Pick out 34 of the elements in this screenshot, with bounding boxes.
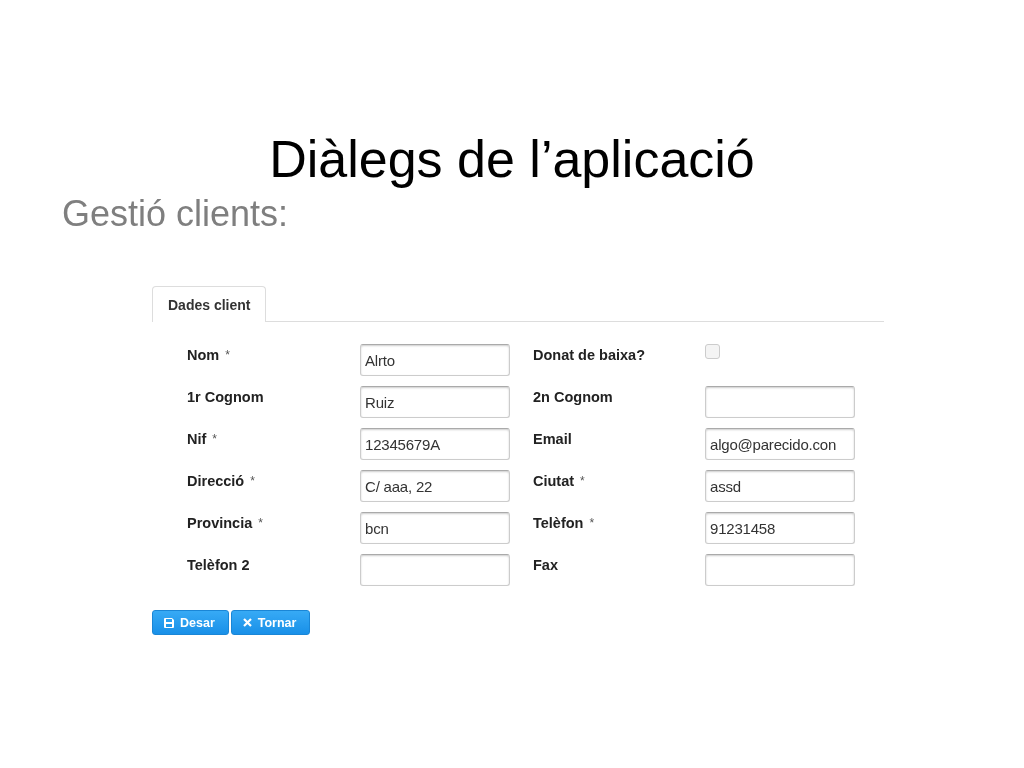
field-label: Provincia: [187, 514, 253, 532]
input-field[interactable]: Ruiz: [360, 386, 510, 418]
field-label: 1r Cognom: [187, 388, 264, 406]
required-mark: *: [250, 473, 255, 490]
field-label: Fax: [533, 556, 558, 574]
field-label: Nif: [187, 430, 207, 448]
slide-subtitle: Gestió clients:: [62, 194, 289, 234]
required-mark: *: [212, 431, 217, 448]
field-label: Ciutat: [533, 472, 575, 490]
input-field[interactable]: [360, 554, 510, 586]
field-label: Direcció: [187, 472, 245, 490]
input-field[interactable]: [705, 554, 855, 586]
input-field[interactable]: Alrto: [360, 344, 510, 376]
input-field[interactable]: 91231458: [705, 512, 855, 544]
field-label: Email: [533, 430, 572, 448]
slide-title: Diàlegs de l’aplicació: [268, 129, 756, 190]
input-field[interactable]: assd: [705, 470, 855, 502]
input-field[interactable]: algo@parecido.con: [705, 428, 855, 460]
field-label: Nom: [187, 346, 220, 364]
tab[interactable]: Dades client: [152, 286, 267, 322]
field-label: 2n Cognom: [533, 388, 613, 406]
input-field[interactable]: [705, 386, 855, 418]
field-label: Telèfon: [533, 514, 584, 532]
required-mark: *: [225, 347, 230, 364]
required-mark: *: [580, 473, 585, 490]
input-field[interactable]: C/ aaa, 22: [360, 470, 510, 502]
required-mark: *: [258, 515, 263, 532]
input-field[interactable]: 12345679A: [360, 428, 510, 460]
input-field[interactable]: bcn: [360, 512, 510, 544]
field-label: Donat de baixa?: [533, 346, 645, 364]
required-mark: *: [589, 515, 595, 532]
checkbox[interactable]: [705, 344, 720, 359]
field-label: Telèfon 2: [187, 556, 250, 574]
close-icon: [242, 618, 252, 627]
